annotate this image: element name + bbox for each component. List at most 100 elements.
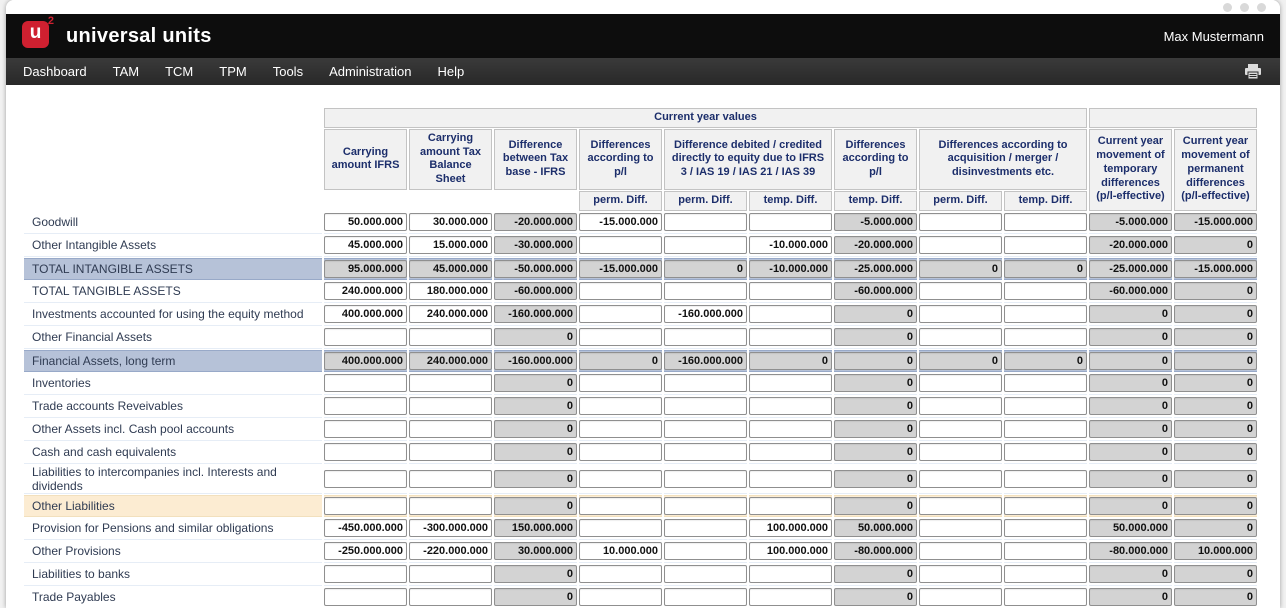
value-input[interactable] <box>749 305 832 323</box>
value-input[interactable] <box>409 519 492 537</box>
value-input[interactable] <box>664 443 747 461</box>
value-input[interactable] <box>1004 497 1087 515</box>
value-input[interactable] <box>749 236 832 254</box>
value-input[interactable] <box>579 328 662 346</box>
value-input[interactable] <box>919 420 1002 438</box>
value-input[interactable] <box>324 282 407 300</box>
value-input[interactable] <box>1004 519 1087 537</box>
print-button[interactable] <box>1244 64 1262 80</box>
value-input[interactable] <box>1004 542 1087 560</box>
nav-item-dashboard[interactable]: Dashboard <box>10 58 100 85</box>
value-input[interactable] <box>409 374 492 392</box>
value-input[interactable] <box>1004 565 1087 583</box>
value-input[interactable] <box>919 374 1002 392</box>
value-input[interactable] <box>664 328 747 346</box>
value-input[interactable] <box>749 519 832 537</box>
value-input[interactable] <box>749 542 832 560</box>
value-input[interactable] <box>749 420 832 438</box>
value-input[interactable] <box>324 519 407 537</box>
value-input[interactable] <box>664 374 747 392</box>
value-input[interactable] <box>409 282 492 300</box>
nav-item-tools[interactable]: Tools <box>260 58 316 85</box>
value-input[interactable] <box>1004 236 1087 254</box>
value-input[interactable] <box>324 328 407 346</box>
value-input[interactable] <box>324 236 407 254</box>
value-input[interactable] <box>664 470 747 488</box>
nav-item-administration[interactable]: Administration <box>316 58 424 85</box>
value-input[interactable] <box>919 213 1002 231</box>
value-input[interactable] <box>749 470 832 488</box>
value-input[interactable] <box>579 565 662 583</box>
value-input[interactable] <box>579 305 662 323</box>
value-input[interactable] <box>1004 470 1087 488</box>
value-input[interactable] <box>919 470 1002 488</box>
value-input[interactable] <box>324 397 407 415</box>
value-input[interactable] <box>749 588 832 606</box>
value-input[interactable] <box>749 328 832 346</box>
value-input[interactable] <box>409 497 492 515</box>
value-input[interactable] <box>409 328 492 346</box>
value-input[interactable] <box>1004 420 1087 438</box>
value-input[interactable] <box>409 542 492 560</box>
value-input[interactable] <box>664 542 747 560</box>
value-input[interactable] <box>749 497 832 515</box>
value-input[interactable] <box>1004 305 1087 323</box>
value-input[interactable] <box>919 236 1002 254</box>
value-input[interactable] <box>1004 282 1087 300</box>
value-input[interactable] <box>749 374 832 392</box>
value-input[interactable] <box>324 565 407 583</box>
value-input[interactable] <box>579 374 662 392</box>
value-input[interactable] <box>919 542 1002 560</box>
value-input[interactable] <box>579 497 662 515</box>
value-input[interactable] <box>324 470 407 488</box>
value-input[interactable] <box>749 282 832 300</box>
value-input[interactable] <box>664 236 747 254</box>
value-input[interactable] <box>409 213 492 231</box>
value-input[interactable] <box>324 374 407 392</box>
value-input[interactable] <box>579 519 662 537</box>
value-input[interactable] <box>324 542 407 560</box>
value-input[interactable] <box>1004 443 1087 461</box>
value-input[interactable] <box>919 565 1002 583</box>
value-input[interactable] <box>579 282 662 300</box>
value-input[interactable] <box>919 497 1002 515</box>
value-input[interactable] <box>579 397 662 415</box>
value-input[interactable] <box>324 305 407 323</box>
value-input[interactable] <box>664 213 747 231</box>
value-input[interactable] <box>409 565 492 583</box>
value-input[interactable] <box>409 470 492 488</box>
nav-item-tpm[interactable]: TPM <box>206 58 259 85</box>
value-input[interactable] <box>579 443 662 461</box>
value-input[interactable] <box>1004 397 1087 415</box>
value-input[interactable] <box>664 565 747 583</box>
value-input[interactable] <box>1004 374 1087 392</box>
value-input[interactable] <box>409 420 492 438</box>
value-input[interactable] <box>664 305 747 323</box>
value-input[interactable] <box>749 565 832 583</box>
value-input[interactable] <box>579 420 662 438</box>
value-input[interactable] <box>664 282 747 300</box>
value-input[interactable] <box>1004 213 1087 231</box>
value-input[interactable] <box>409 443 492 461</box>
value-input[interactable] <box>324 497 407 515</box>
value-input[interactable] <box>1004 588 1087 606</box>
nav-item-tcm[interactable]: TCM <box>152 58 206 85</box>
value-input[interactable] <box>919 443 1002 461</box>
value-input[interactable] <box>409 588 492 606</box>
value-input[interactable] <box>664 588 747 606</box>
value-input[interactable] <box>664 420 747 438</box>
value-input[interactable] <box>579 213 662 231</box>
value-input[interactable] <box>919 397 1002 415</box>
value-input[interactable] <box>579 236 662 254</box>
value-input[interactable] <box>664 519 747 537</box>
app-logo[interactable]: u 2 <box>22 21 52 51</box>
nav-item-tam[interactable]: TAM <box>100 58 152 85</box>
value-input[interactable] <box>919 305 1002 323</box>
value-input[interactable] <box>324 213 407 231</box>
nav-item-help[interactable]: Help <box>424 58 477 85</box>
value-input[interactable] <box>919 588 1002 606</box>
value-input[interactable] <box>409 305 492 323</box>
value-input[interactable] <box>579 542 662 560</box>
value-input[interactable] <box>324 588 407 606</box>
value-input[interactable] <box>919 519 1002 537</box>
